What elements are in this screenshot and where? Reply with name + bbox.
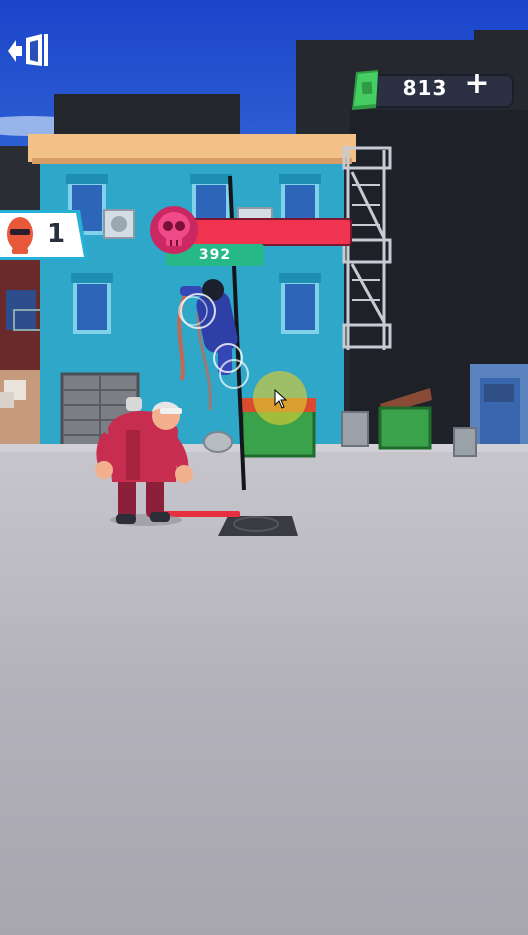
boss-health-fill [188,218,352,246]
enemy-head-icon [7,217,33,254]
boss-health-bar: 392 [148,204,356,274]
exit-button[interactable] [6,32,50,70]
cash-value: 813 [402,76,448,100]
cash-counter: 813 + [348,68,516,112]
cursor-icon [274,389,288,409]
enemies-remaining-panel: 1 [0,210,88,260]
enemies-remaining-count: 1 [46,219,66,249]
skull-icon [150,206,198,254]
add-cash-button[interactable]: + [464,69,490,99]
plus-icon: + [464,66,490,101]
game-scene[interactable]: 813 + 1 392 [0,0,528,935]
cash-bill-icon [352,70,378,110]
street-background [0,0,528,935]
exit-door-icon [8,34,48,66]
